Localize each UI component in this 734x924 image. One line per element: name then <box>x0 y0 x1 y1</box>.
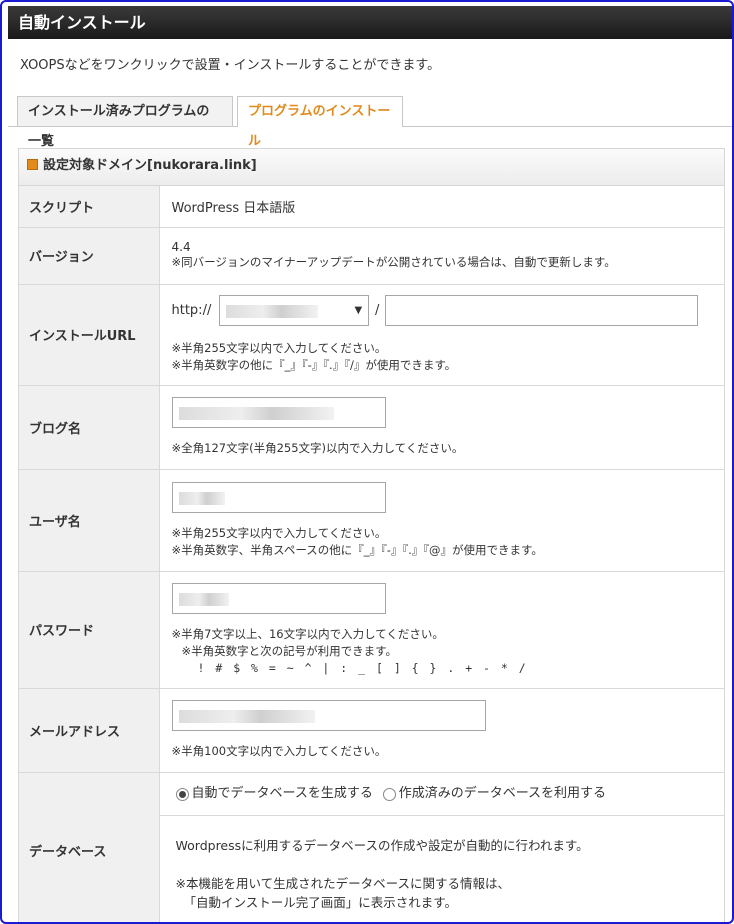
install-url-label: インストールURL <box>19 284 160 386</box>
user-name-note-2: ※半角英数字、半角スペースの他に『_』『-』『.』『@』が使用できます。 <box>171 542 543 557</box>
row-password: パスワード ※半角7文字以上、16文字以内で入力してください。 ※半角英数字と次… <box>19 571 724 689</box>
panel-heading: 設定対象ドメイン[nukorara.link] <box>19 149 724 186</box>
url-separator: / <box>374 303 380 318</box>
blog-name-note: ※全角127文字(半角255文字)以内で入力してください。 <box>171 441 464 455</box>
password-note-2: ※半角英数字と次の記号が利用できます。 <box>181 643 397 658</box>
version-value: 4.4 <box>171 240 191 254</box>
chevron-down-icon: ▼ <box>354 305 363 316</box>
script-value: WordPress 日本語版 <box>159 186 724 228</box>
tab-bar: インストール済みプログラムの一覧 プログラムのインストール <box>8 94 732 149</box>
panel-heading-text: 設定対象ドメイン[nukorara.link] <box>43 158 257 173</box>
window-frame: 自動インストール XOOPSなどをワンクリックで設置・インストールすることができ… <box>0 0 734 924</box>
domain-select[interactable]: ▼ <box>219 295 370 326</box>
tab-installed-programs[interactable]: インストール済みプログラムの一覧 <box>17 96 233 149</box>
url-note-2: ※半角英数字の他に『_』『-』『.』『/』が使用できます。 <box>171 358 457 372</box>
database-info: Wordpressに利用するデータベースの作成や設定が自動的に行われます。 <box>175 837 589 853</box>
auto-create-db-label[interactable]: 自動でデータベースを生成する <box>192 786 373 801</box>
row-database: データベース 自動でデータベースを生成する 作成済みのデータベースを利用する W… <box>19 772 724 922</box>
use-existing-db-radio[interactable] <box>382 787 396 801</box>
url-note-1: ※半角255文字以内で入力してください。 <box>171 341 387 355</box>
user-name-note-1: ※半角255文字以内で入力してください。 <box>171 525 387 540</box>
install-path-input[interactable] <box>385 295 699 326</box>
script-label: スクリプト <box>19 186 160 228</box>
auto-create-db-radio[interactable] <box>175 787 189 801</box>
row-install-url: インストールURL http:// ▼ / ※半角255文字以内で入力してくださ… <box>19 284 724 386</box>
email-label: メールアドレス <box>19 688 160 773</box>
row-user-name: ユーザ名 ※半角255文字以内で入力してください。 ※半角英数字、半角スペースの… <box>19 469 724 572</box>
heading-marker-icon <box>27 159 38 170</box>
url-prefix: http:// <box>171 303 212 318</box>
row-blog-name: ブログ名 ※全角127文字(半角255文字)以内で入力してください。 <box>19 385 724 470</box>
tab-install-program[interactable]: プログラムのインストール <box>237 96 403 149</box>
window-title: 自動インストール <box>8 6 732 39</box>
database-info-note-1: ※本機能を用いて生成されたデータベースに関する情報は、 <box>175 875 510 891</box>
database-label: データベース <box>19 772 160 922</box>
page-description: XOOPSなどをワンクリックで設置・インストールすることができます。 <box>20 58 441 73</box>
database-info-note-2: 「自動インストール完了画面」に表示されます。 <box>183 894 458 910</box>
password-note-1: ※半角7文字以上、16文字以内で入力してください。 <box>171 626 444 641</box>
row-script: スクリプト WordPress 日本語版 <box>19 186 724 228</box>
user-name-input[interactable] <box>171 481 386 513</box>
user-name-label: ユーザ名 <box>19 469 160 572</box>
blog-name-label: ブログ名 <box>19 385 160 470</box>
use-existing-db-label[interactable]: 作成済みのデータベースを利用する <box>399 786 606 801</box>
row-email: メールアドレス ※半角100文字以内で入力してください。 <box>19 688 724 773</box>
blog-name-input[interactable] <box>171 397 386 428</box>
email-note: ※半角100文字以内で入力してください。 <box>171 744 387 758</box>
version-note: ※同バージョンのマイナーアップデートが公開されている場合は、自動で更新します。 <box>171 255 616 269</box>
password-label: パスワード <box>19 571 160 689</box>
email-input[interactable] <box>171 700 486 731</box>
row-version: バージョン 4.4 ※同バージョンのマイナーアップデートが公開されている場合は、… <box>19 227 724 285</box>
password-symbols: ! # $ % = ~ ^ | : _ [ ] { } . + - * / <box>197 660 528 675</box>
version-label: バージョン <box>19 227 160 285</box>
install-form-panel: 設定対象ドメイン[nukorara.link] スクリプト WordPress … <box>18 148 725 922</box>
install-form-table: スクリプト WordPress 日本語版 バージョン 4.4 ※同バージョンのマ… <box>19 186 724 922</box>
password-input[interactable] <box>171 582 386 614</box>
